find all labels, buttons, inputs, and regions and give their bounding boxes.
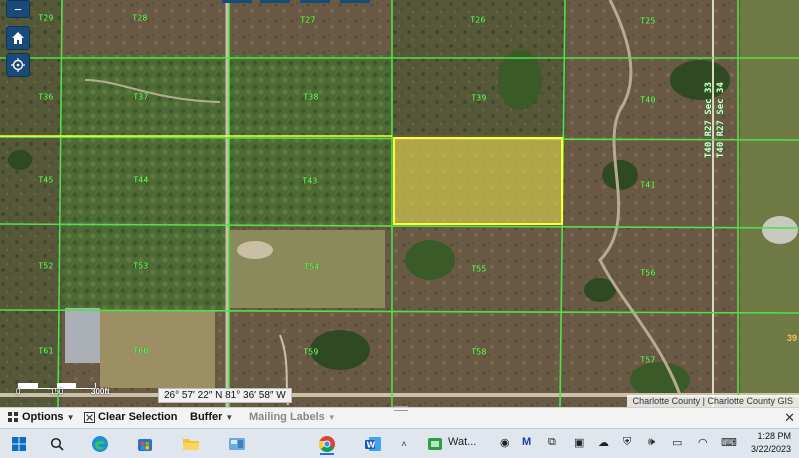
parcel-lot-label: T40 bbox=[640, 95, 656, 105]
svg-text:W: W bbox=[367, 441, 376, 450]
locate-button[interactable] bbox=[6, 53, 30, 77]
parcel-lot-label: T59 bbox=[303, 347, 319, 357]
parcel-lot-label: T55 bbox=[471, 264, 487, 274]
parcel-lot-label: T57 bbox=[640, 355, 656, 365]
scale-mid: 150 bbox=[50, 387, 64, 396]
parcel-lot-label: T41 bbox=[640, 180, 656, 190]
home-button[interactable] bbox=[6, 26, 30, 50]
network-share-icon[interactable]: ⧉ bbox=[548, 436, 556, 449]
clear-selection-label: Clear Selection bbox=[98, 411, 178, 423]
scale-label: 300ft bbox=[91, 387, 110, 396]
parcel-lot-label: T44 bbox=[133, 175, 149, 185]
windows-taskbar: W ˄ Wat... ◉ M ⧉ ▣ ☁ ⛨ 🕪 ▭ ◠ ⌨ 1:28 PM 3… bbox=[0, 428, 799, 458]
resize-handle[interactable] bbox=[394, 406, 408, 411]
onedrive-icon[interactable]: ☁ bbox=[598, 436, 609, 449]
screenshot-tool-icon[interactable]: ▣ bbox=[574, 436, 584, 449]
parcel-lot-label: T45 bbox=[38, 175, 54, 185]
mailing-labels-menu[interactable]: Mailing Labels ▼ bbox=[249, 411, 336, 423]
top-panel-tab[interactable] bbox=[300, 0, 330, 3]
locate-icon bbox=[11, 58, 25, 72]
system-clock[interactable]: 1:28 PM 3/22/2023 bbox=[751, 430, 791, 456]
coordinates-readout: 26° 57′ 22″ N 81° 36′ 58″ W bbox=[158, 388, 292, 403]
clear-icon bbox=[84, 411, 95, 423]
buffer-menu[interactable]: Buffer ▼ bbox=[190, 411, 233, 423]
parcel-lot-label: T28 bbox=[132, 13, 148, 23]
close-toolbar-button[interactable]: ✕ bbox=[784, 410, 795, 426]
buffer-label: Buffer bbox=[190, 411, 223, 423]
parcel-lot-label: T39 bbox=[471, 93, 487, 103]
home-icon bbox=[12, 32, 24, 44]
clock-time: 1:28 PM bbox=[757, 431, 791, 441]
zoom-out-label: − bbox=[14, 1, 22, 17]
chevron-down-icon: ▼ bbox=[225, 412, 234, 422]
parcel-lot-label: T54 bbox=[304, 262, 320, 272]
battery-icon[interactable]: ▭ bbox=[672, 436, 682, 449]
security-shield-icon[interactable]: ⛨ bbox=[623, 436, 631, 449]
edge-parcel-number: 39 bbox=[787, 333, 798, 343]
active-app-indicator bbox=[320, 453, 334, 455]
microsoft-store-icon[interactable] bbox=[134, 433, 156, 455]
word-icon[interactable]: W bbox=[362, 433, 384, 455]
chevron-down-icon: ▼ bbox=[66, 412, 75, 422]
parcel-lot-label: T52 bbox=[38, 261, 54, 271]
teams-icon[interactable]: ◉ bbox=[500, 436, 510, 449]
parcel-lot-label: T56 bbox=[640, 268, 656, 278]
top-panel-tab[interactable] bbox=[340, 0, 370, 3]
malwarebytes-icon[interactable]: M bbox=[522, 436, 531, 448]
parcel-lot-label: T26 bbox=[470, 15, 486, 25]
parcel-lot-label: T25 bbox=[640, 16, 656, 26]
parcel-lot-label: T61 bbox=[38, 346, 54, 356]
clock-date: 3/22/2023 bbox=[750, 444, 791, 454]
scale-zero: 0 bbox=[16, 387, 21, 396]
parcel-lot-label: T36 bbox=[38, 92, 54, 102]
chevron-up-icon[interactable]: ˄ bbox=[398, 433, 410, 455]
app-icon[interactable] bbox=[226, 433, 248, 455]
top-panel-tab[interactable] bbox=[260, 0, 290, 3]
clear-selection-button[interactable]: Clear Selection bbox=[84, 411, 177, 423]
weather-widget-label[interactable]: Wat... bbox=[448, 436, 476, 448]
weather-widget-icon[interactable] bbox=[424, 433, 446, 455]
map-attribution: Charlotte County | Charlotte County GIS bbox=[626, 395, 799, 407]
section-label: T40 R27 Sec 34 bbox=[716, 82, 726, 158]
options-label: Options bbox=[22, 411, 64, 423]
search-icon[interactable] bbox=[46, 433, 68, 455]
volume-icon[interactable]: 🕪 bbox=[648, 436, 655, 449]
parcel-lot-label: T60 bbox=[133, 346, 149, 356]
mailing-labels-label: Mailing Labels bbox=[249, 411, 325, 423]
grid-icon bbox=[8, 411, 18, 422]
keyboard-icon[interactable]: ⌨ bbox=[721, 436, 737, 449]
map-toolbar: Options ▼ Clear Selection Buffer ▼ Maili… bbox=[0, 406, 799, 429]
parcel-lot-label: T43 bbox=[302, 176, 318, 186]
parcel-lot-label: T27 bbox=[300, 15, 316, 25]
section-label: T40 R27 Sec 33 bbox=[704, 82, 714, 158]
map-view[interactable]: T29 T28 T27 T26 T25 T36 T37 T38 T39 T40 T45 T44 T43 T… bbox=[0, 0, 799, 407]
file-explorer-icon[interactable] bbox=[180, 433, 202, 455]
parcel-lot-label: T53 bbox=[133, 261, 149, 271]
options-menu[interactable]: Options ▼ bbox=[8, 411, 74, 423]
chrome-icon[interactable] bbox=[316, 433, 338, 455]
parcel-lot-label: T29 bbox=[38, 13, 54, 23]
parcel-lot-label: T42 bbox=[471, 177, 487, 187]
zoom-out-button[interactable]: − bbox=[6, 0, 30, 18]
edge-browser-icon[interactable] bbox=[89, 433, 111, 455]
chevron-down-icon: ▼ bbox=[327, 412, 336, 422]
wifi-icon[interactable]: ◠ bbox=[698, 436, 708, 449]
top-panel-tab[interactable] bbox=[222, 0, 252, 3]
parcel-lot-label: T38 bbox=[303, 92, 319, 102]
parcel-lot-label: T37 bbox=[133, 92, 149, 102]
aerial-imagery bbox=[0, 0, 799, 407]
windows-start-icon[interactable] bbox=[8, 433, 30, 455]
parcel-lot-label: T58 bbox=[471, 347, 487, 357]
